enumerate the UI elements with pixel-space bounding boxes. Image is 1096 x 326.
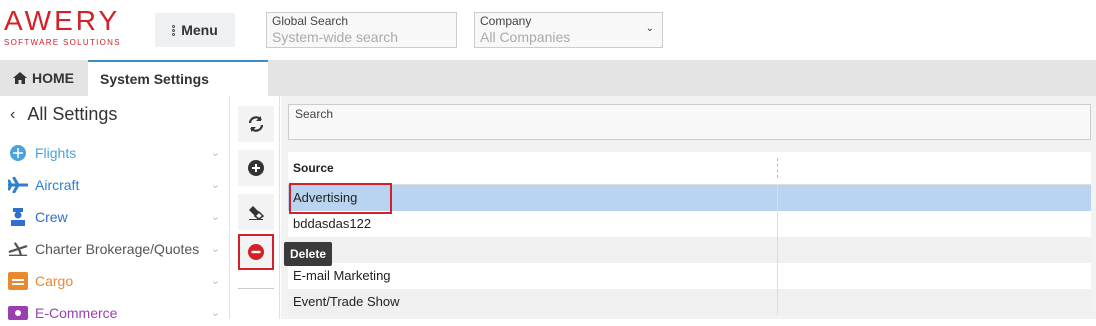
sidebar-back-button[interactable]: ‹ All Settings [10,104,117,125]
sidebar-item-aircraft[interactable]: Aircraft ⌄ [8,172,222,198]
sidebar-item-flights[interactable]: Flights ⌄ [8,140,222,166]
settings-sidebar: ‹ All Settings Flights ⌄ Aircraft ⌄ Crew… [0,96,230,321]
company-select[interactable]: Company All Companies ⌄ [474,12,663,48]
company-value: All Companies [480,29,571,45]
tab-home[interactable]: HOME [0,60,88,96]
plane-takeoff-icon [8,239,28,259]
app-header: AWERY SOFTWARE SOLUTIONS Menu Global Sea… [0,0,1096,60]
tab-bar: HOME System Settings [0,60,1096,96]
menu-label: Menu [181,22,218,38]
clear-button[interactable] [238,194,274,230]
toolbar-divider [238,288,274,289]
grid-header: Source [288,152,1091,185]
money-icon [8,303,28,323]
sources-grid: Source Advertising bddasdas122 E-Mail E-… [288,152,1091,315]
tab-home-label: HOME [32,70,74,86]
chevron-down-icon: ⌄ [210,243,220,255]
company-label: Company [480,14,532,28]
pilot-icon [8,207,28,227]
chevron-down-icon: ⌄ [210,307,220,319]
sidebar-item-crew[interactable]: Crew ⌄ [8,204,222,230]
grid-search-input[interactable]: Search [288,104,1091,140]
tab-system-settings[interactable]: System Settings [88,60,268,96]
dots-vertical-icon [172,24,176,36]
cell-source: E-mail Marketing [288,263,778,289]
sources-panel: Search Source Advertising bddasdas122 E-… [281,96,1096,319]
cell-source: Event/Trade Show [288,289,778,315]
global-search-input[interactable]: System-wide search [272,28,451,46]
cell-source: E-Mail [288,237,778,263]
chevron-down-icon: ⌄ [210,211,220,223]
logo-subtitle: SOFTWARE SOLUTIONS [4,38,121,47]
chevron-down-icon: ⌄ [645,23,654,34]
selected-row-highlight [289,183,392,214]
grid-search-label: Search [295,107,334,121]
table-row[interactable]: E-mail Marketing [288,263,1091,289]
sidebar-item-label: Aircraft [35,177,80,193]
plus-circle-icon [248,160,264,176]
delete-button[interactable] [238,234,274,270]
refresh-button[interactable] [238,106,274,142]
menu-button[interactable]: Menu [155,13,235,47]
sidebar-item-charter[interactable]: Charter Brokerage/Quotes ⌄ [8,236,222,262]
sidebar-item-label: Charter Brokerage/Quotes [35,241,200,257]
chevron-left-icon: ‹ [10,105,16,123]
sidebar-item-ecommerce[interactable]: E-Commerce ⌄ [8,300,222,326]
sidebar-item-label: Flights [35,145,77,161]
delete-tooltip: Delete [284,242,332,266]
sidebar-title: All Settings [27,104,118,124]
awery-logo[interactable]: AWERY SOFTWARE SOLUTIONS [4,5,121,48]
globe-plane-icon [8,143,28,163]
chevron-down-icon: ⌄ [210,179,220,191]
column-header-source[interactable]: Source [288,158,778,178]
global-search-label: Global Search [272,14,349,28]
add-button[interactable] [238,150,274,186]
table-row[interactable]: Advertising [288,185,1091,211]
sidebar-item-label: Cargo [35,273,74,289]
chevron-down-icon: ⌄ [210,147,220,159]
minus-circle-icon [248,244,264,260]
table-row[interactable]: Event/Trade Show [288,289,1091,315]
refresh-icon [248,116,264,132]
action-toolbar [234,96,280,319]
global-search-field[interactable]: Global Search System-wide search [266,12,457,48]
tab-system-settings-label: System Settings [100,71,209,87]
cell-source: bddasdas122 [288,211,778,237]
warehouse-icon [8,271,28,291]
airplane-icon [8,175,28,195]
sidebar-item-label: Crew [35,209,68,225]
logo-text: AWERY [4,5,121,36]
table-row[interactable]: E-Mail [288,237,1091,263]
home-icon [13,72,27,84]
table-row[interactable]: bddasdas122 [288,211,1091,237]
sidebar-item-cargo[interactable]: Cargo ⌄ [8,268,222,294]
chevron-down-icon: ⌄ [210,275,220,287]
eraser-icon [249,206,265,220]
